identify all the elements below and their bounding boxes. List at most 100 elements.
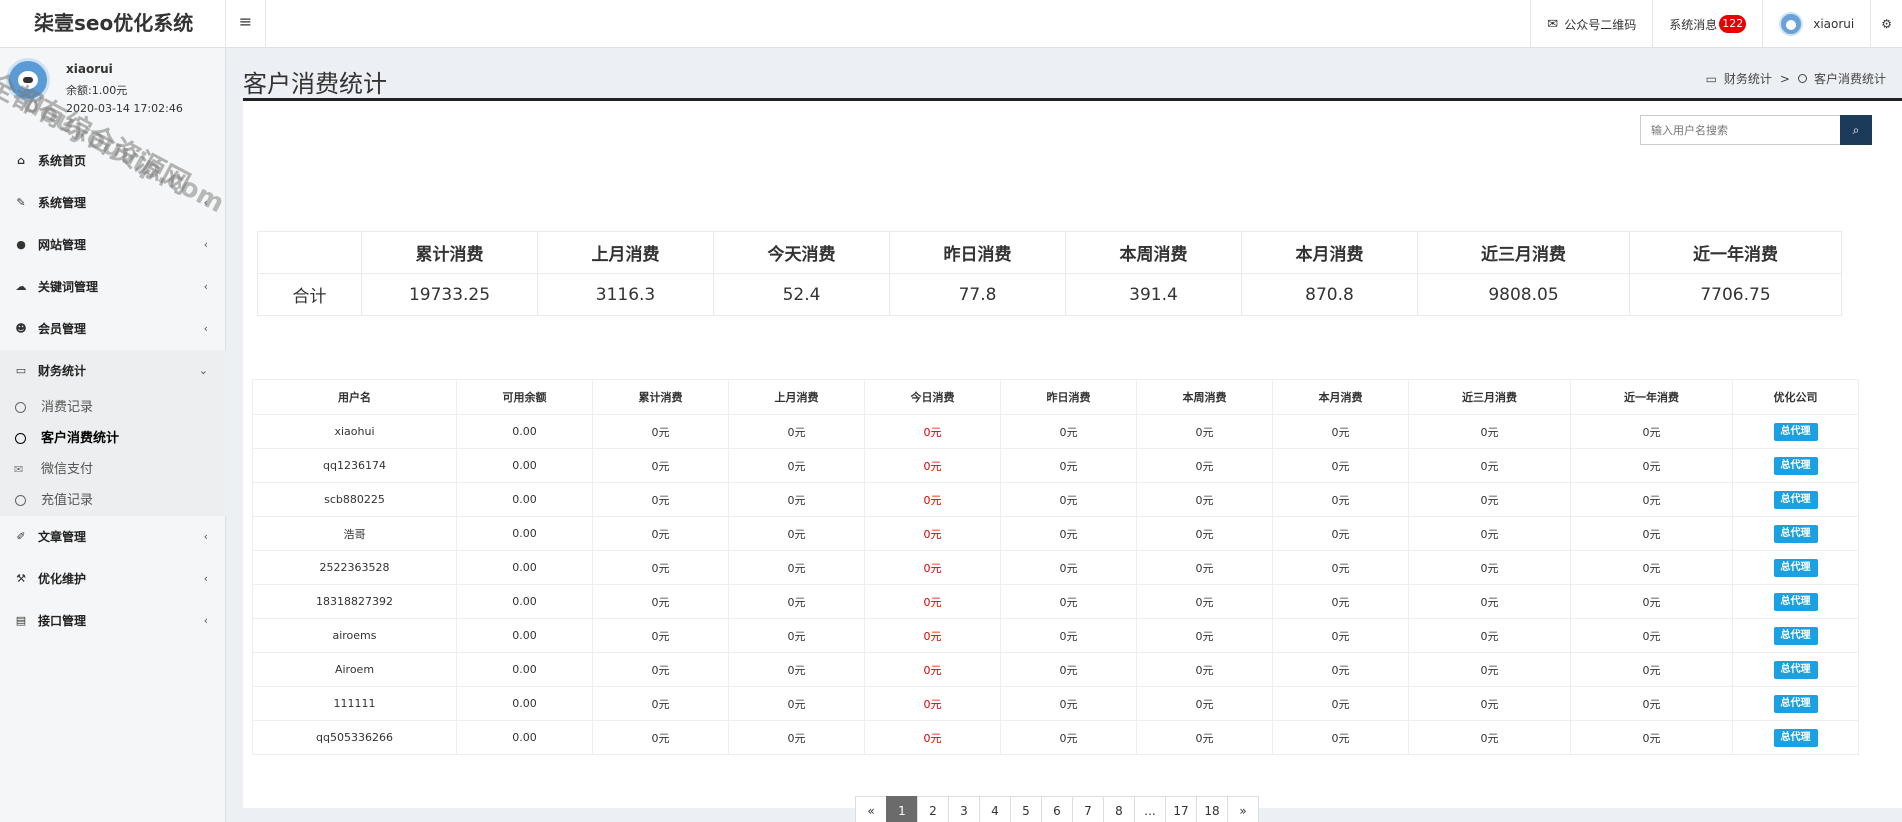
page-button[interactable]: 8 <box>1103 796 1135 822</box>
summary-cell: 合计 <box>257 273 362 316</box>
sidebar-item-api[interactable]: ▤ 接口管理 ‹ <box>0 600 226 642</box>
submenu-item-label: 客户消费统计 <box>41 431 120 446</box>
page-button[interactable]: 17 <box>1165 796 1197 822</box>
table-cell: 0元 <box>1272 584 1409 619</box>
submenu-item-recharge-records[interactable]: 充值记录 <box>0 485 226 516</box>
table-cell: 0元 <box>1570 448 1733 483</box>
sidebar-item-members[interactable]: ☻ 会员管理 ‹ <box>0 308 226 350</box>
agent-badge[interactable]: 总代理 <box>1773 524 1818 543</box>
table-cell: 0元 <box>1000 414 1137 449</box>
agent-badge[interactable]: 总代理 <box>1773 490 1818 509</box>
table-cell: 0元 <box>728 414 865 449</box>
agent-badge[interactable]: 总代理 <box>1773 422 1818 441</box>
table-cell: 0元 <box>1136 516 1273 551</box>
table-cell: 0.00 <box>456 618 593 653</box>
sidebar-item-keywords[interactable]: ☁ 关键词管理 ‹ <box>0 266 226 308</box>
breadcrumb-separator: > <box>1779 71 1790 86</box>
table-cell: 0元 <box>1408 720 1571 755</box>
company-cell: 总代理 <box>1732 550 1859 585</box>
table-cell: 0元 <box>1272 516 1409 551</box>
summary-cell: 19733.25 <box>361 273 538 316</box>
wechat-qr-link[interactable]: ✉ 公众号二维码 <box>1530 0 1652 48</box>
summary-header: 今天消费 <box>713 231 890 274</box>
table-cell: 0元 <box>1272 448 1409 483</box>
agent-badge[interactable]: 总代理 <box>1773 592 1818 611</box>
system-messages-link[interactable]: 系统消息 122 <box>1652 0 1762 48</box>
chevron-down-icon: ⌄ <box>198 364 208 377</box>
submenu-item-consume-records[interactable]: 消费记录 <box>0 392 226 423</box>
company-cell: 总代理 <box>1732 584 1859 619</box>
sidebar-item-label: 系统管理 <box>38 196 87 210</box>
sidebar-item-label: 网站管理 <box>38 238 87 252</box>
gears-icon: ⚙ <box>1881 17 1892 31</box>
table-cell: 0.00 <box>456 686 593 721</box>
sidebar-item-label: 接口管理 <box>38 614 87 628</box>
search-button[interactable]: ⌕ <box>1840 115 1872 145</box>
table-cell: 0元 <box>592 686 729 721</box>
agent-badge[interactable]: 总代理 <box>1773 660 1818 679</box>
summary-header: 累计消费 <box>361 231 538 274</box>
table-cell: 0元 <box>1136 550 1273 585</box>
table-row: 2522363528 0.00 0元 0元 0元 0元 0元 0元 0元 0元 总代理 <box>252 550 1859 585</box>
summary-header: 昨日消费 <box>889 231 1066 274</box>
edit-icon: ✐ <box>16 530 26 543</box>
card-icon: ▭ <box>1705 71 1717 86</box>
table-cell: 0元 <box>1000 652 1137 687</box>
user-menu[interactable]: xiaorui <box>1762 0 1870 48</box>
table-cell: 0元 <box>1408 652 1571 687</box>
page-button[interactable]: 18 <box>1196 796 1228 822</box>
chevron-left-icon: ‹ <box>203 238 208 251</box>
page-button[interactable]: 4 <box>979 796 1011 822</box>
avatar <box>1779 12 1804 36</box>
table-cell: 0元 <box>864 550 1001 585</box>
next-page-button[interactable]: » <box>1227 796 1259 822</box>
table-cell: 0元 <box>592 448 729 483</box>
company-cell: 总代理 <box>1732 516 1859 551</box>
table-header-cell: 优化公司 <box>1732 379 1859 415</box>
sidebar-item-label: 优化维护 <box>38 572 87 586</box>
page-button[interactable]: 5 <box>1010 796 1042 822</box>
sidebar-item-label: 会员管理 <box>38 322 87 336</box>
agent-badge[interactable]: 总代理 <box>1773 558 1818 577</box>
table-cell: 0元 <box>864 516 1001 551</box>
page-button[interactable]: 6 <box>1041 796 1073 822</box>
page-button[interactable]: 2 <box>917 796 949 822</box>
table-cell: 0.00 <box>456 448 593 483</box>
agent-badge[interactable]: 总代理 <box>1773 728 1818 747</box>
main-content: 客户消费统计 ▭ 财务统计 > 客户消费统计 ⌕ 累计消费 上月消费 今天消费 … <box>243 48 1902 822</box>
table-cell: 0元 <box>1000 618 1137 653</box>
submenu-item-customer-stats[interactable]: 客户消费统计 <box>0 423 226 454</box>
table-cell: 0元 <box>1272 414 1409 449</box>
system-messages-label: 系统消息 <box>1669 17 1718 32</box>
sidebar-item-articles[interactable]: ✐ 文章管理 ‹ <box>0 516 226 558</box>
sidebar-item-system[interactable]: ✎ 系统管理 ‹ <box>0 182 226 224</box>
table-cell: 0元 <box>728 482 865 517</box>
sidebar-item-maintenance[interactable]: ⚒ 优化维护 ‹ <box>0 558 226 600</box>
sidebar-item-website[interactable]: ● 网站管理 ‹ <box>0 224 226 266</box>
summary-header: 近一年消费 <box>1629 231 1842 274</box>
app-logo-title[interactable]: 柒壹seo优化系统 <box>0 0 226 48</box>
user-panel-balance: 余额:1.00元 <box>66 84 128 97</box>
page-button[interactable]: 7 <box>1072 796 1104 822</box>
page-button[interactable]: 1 <box>886 796 918 822</box>
table-header-cell: 上月消费 <box>728 379 865 415</box>
submenu-item-wechat-pay[interactable]: ✉ 微信支付 <box>0 454 226 485</box>
sidebar-item-finance[interactable]: ▭ 财务统计 ⌄ <box>0 350 226 392</box>
search-input[interactable] <box>1640 115 1840 145</box>
agent-badge[interactable]: 总代理 <box>1773 456 1818 475</box>
table-header-cell: 可用余额 <box>456 379 593 415</box>
agent-badge[interactable]: 总代理 <box>1773 626 1818 645</box>
table-cell: 0元 <box>1570 414 1733 449</box>
summary-cell: 9808.05 <box>1417 273 1630 316</box>
table-cell: 0元 <box>1136 720 1273 755</box>
sidebar-item-home[interactable]: ⌂ 系统首页 <box>0 140 226 182</box>
page-button[interactable]: 3 <box>948 796 980 822</box>
wechat-icon: ✉ <box>14 463 24 476</box>
username-cell: scb880225 <box>252 482 457 517</box>
agent-badge[interactable]: 总代理 <box>1773 694 1818 713</box>
settings-button[interactable]: ⚙ <box>1870 0 1902 48</box>
user-panel-name: xiaorui <box>66 62 113 76</box>
prev-page-button[interactable]: « <box>855 796 887 822</box>
breadcrumb-parent[interactable]: 财务统计 <box>1724 70 1772 87</box>
menu-toggle-button[interactable]: ≡ <box>226 0 266 48</box>
